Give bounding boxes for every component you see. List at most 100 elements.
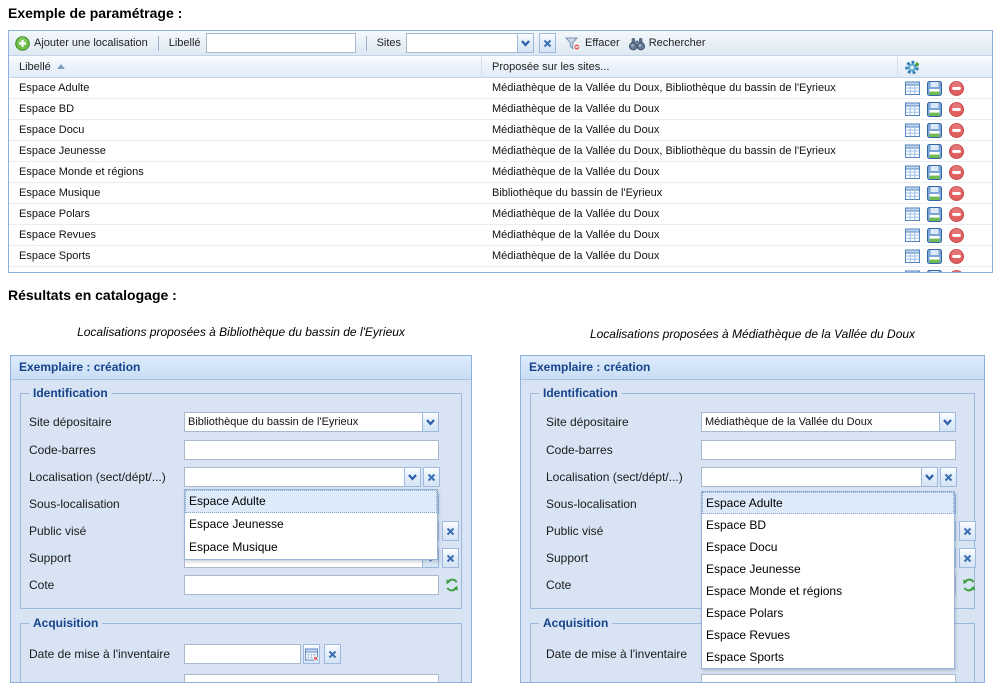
column-header-sites[interactable]: Proposée sur les sites... <box>482 56 898 77</box>
grid-row[interactable]: Espace Monde et régions Médiathèque de l… <box>9 162 992 183</box>
calendar-icon[interactable] <box>303 644 320 664</box>
dropdown-option[interactable]: Espace Adulte <box>702 492 954 514</box>
clipped-input[interactable] <box>701 674 956 683</box>
site-depositaire-input[interactable] <box>184 412 422 432</box>
grid-row[interactable]: Espace Polars Médiathèque de la Vallée d… <box>9 204 992 225</box>
save-disk-icon[interactable] <box>927 81 942 96</box>
chevron-down-icon[interactable] <box>921 467 938 487</box>
dropdown-option[interactable]: Espace Monde et régions <box>702 580 954 602</box>
public-vise-clear-button[interactable] <box>442 521 459 541</box>
chevron-down-icon[interactable] <box>404 467 421 487</box>
save-disk-icon[interactable] <box>927 102 942 117</box>
code-barres-input[interactable] <box>184 440 439 460</box>
add-localisation-button[interactable]: Ajouter une localisation <box>15 36 148 51</box>
table-grid-icon[interactable] <box>905 123 920 138</box>
clipped-input[interactable] <box>184 674 439 683</box>
refresh-arrows-icon[interactable] <box>444 577 460 593</box>
cote-input[interactable] <box>184 575 439 595</box>
gear-plus-icon[interactable] <box>904 59 921 75</box>
sites-clear-button[interactable] <box>539 33 556 53</box>
support-clear-button[interactable] <box>959 548 976 568</box>
dropdown-option[interactable]: Espace Revues <box>702 624 954 646</box>
localisation-combobox[interactable] <box>701 467 938 487</box>
grid-row[interactable]: Espace Docu Médiathèque de la Vallée du … <box>9 120 992 141</box>
cell-sites: Bibliothèque du bassin de l'Eyrieux <box>482 187 898 199</box>
delete-minus-icon[interactable] <box>949 186 964 201</box>
rechercher-label: Rechercher <box>649 37 706 49</box>
save-disk-icon[interactable] <box>927 144 942 159</box>
column-header-outils[interactable]: Outils <box>898 56 992 77</box>
rechercher-button[interactable]: Rechercher <box>629 36 706 51</box>
panel-header: Exemplaire : création <box>521 356 984 380</box>
save-disk-icon[interactable] <box>927 228 942 243</box>
localisation-input[interactable] <box>184 467 404 487</box>
dropdown-option[interactable]: Espace Sports <box>702 646 954 668</box>
table-grid-icon[interactable] <box>905 186 920 201</box>
table-grid-icon[interactable] <box>905 207 920 222</box>
grid-row[interactable]: Espace Revues Médiathèque de la Vallée d… <box>9 225 992 246</box>
grid-row[interactable]: Espace Adulte Médiathèque de la Vallée d… <box>9 78 992 99</box>
dropdown-option[interactable]: Espace Adulte <box>185 490 437 513</box>
field-localisation: Localisation (sect/dépt/...) <box>521 467 984 487</box>
dropdown-option[interactable]: Espace Musique <box>185 536 437 559</box>
table-grid-icon[interactable] <box>905 102 920 117</box>
table-grid-icon[interactable] <box>905 249 920 264</box>
delete-minus-icon[interactable] <box>949 144 964 159</box>
sites-filter-combobox[interactable] <box>406 33 534 53</box>
delete-minus-icon[interactable] <box>949 270 964 274</box>
chevron-down-icon[interactable] <box>422 412 439 432</box>
localisation-input[interactable] <box>701 467 921 487</box>
dropdown-option[interactable]: Espace BD <box>702 514 954 536</box>
delete-minus-icon[interactable] <box>949 81 964 96</box>
column-header-libelle[interactable]: Libellé <box>9 56 482 77</box>
date-inventaire-clear-button[interactable] <box>324 644 341 664</box>
table-grid-icon[interactable] <box>905 81 920 96</box>
save-disk-icon[interactable] <box>927 123 942 138</box>
save-disk-icon[interactable] <box>927 207 942 222</box>
grid-row[interactable] <box>9 267 992 273</box>
delete-minus-icon[interactable] <box>949 249 964 264</box>
delete-minus-icon[interactable] <box>949 228 964 243</box>
table-grid-icon[interactable] <box>905 270 920 274</box>
localisation-combobox[interactable] <box>184 467 421 487</box>
delete-minus-icon[interactable] <box>949 207 964 222</box>
row-actions <box>898 270 992 274</box>
heading-parametrage: Exemple de paramétrage : <box>8 5 182 21</box>
effacer-button[interactable]: Effacer <box>565 36 620 51</box>
save-disk-icon[interactable] <box>927 186 942 201</box>
libelle-filter-input[interactable] <box>206 33 356 53</box>
site-depositaire-combobox[interactable] <box>184 412 439 432</box>
add-localisation-label: Ajouter une localisation <box>34 37 148 49</box>
delete-minus-icon[interactable] <box>949 123 964 138</box>
grid-row[interactable]: Espace Sports Médiathèque de la Vallée d… <box>9 246 992 267</box>
delete-minus-icon[interactable] <box>949 165 964 180</box>
table-grid-icon[interactable] <box>905 144 920 159</box>
site-depositaire-label: Site dépositaire <box>546 415 629 429</box>
save-disk-icon[interactable] <box>927 270 942 274</box>
delete-minus-icon[interactable] <box>949 102 964 117</box>
support-clear-button[interactable] <box>442 548 459 568</box>
dropdown-option[interactable]: Espace Docu <box>702 536 954 558</box>
table-grid-icon[interactable] <box>905 165 920 180</box>
code-barres-input[interactable] <box>701 440 956 460</box>
exemplaire-panel-doux: Exemplaire : création Identification Sit… <box>520 355 985 683</box>
dropdown-option[interactable]: Espace Jeunesse <box>185 513 437 536</box>
grid-row[interactable]: Espace Jeunesse Médiathèque de la Vallée… <box>9 141 992 162</box>
localisation-clear-button[interactable] <box>423 467 440 487</box>
dropdown-option[interactable]: Espace Jeunesse <box>702 558 954 580</box>
localisation-clear-button[interactable] <box>940 467 957 487</box>
site-depositaire-input[interactable] <box>701 412 939 432</box>
chevron-down-icon[interactable] <box>517 33 534 53</box>
date-inventaire-input[interactable] <box>184 644 301 664</box>
grid-row[interactable]: Espace Musique Bibliothèque du bassin de… <box>9 183 992 204</box>
dropdown-option[interactable]: Espace Polars <box>702 602 954 624</box>
chevron-down-icon[interactable] <box>939 412 956 432</box>
public-vise-clear-button[interactable] <box>959 521 976 541</box>
save-disk-icon[interactable] <box>927 165 942 180</box>
table-grid-icon[interactable] <box>905 228 920 243</box>
save-disk-icon[interactable] <box>927 249 942 264</box>
sites-filter-input[interactable] <box>406 33 517 53</box>
site-depositaire-combobox[interactable] <box>701 412 956 432</box>
refresh-arrows-icon[interactable] <box>961 577 977 593</box>
grid-row[interactable]: Espace BD Médiathèque de la Vallée du Do… <box>9 99 992 120</box>
